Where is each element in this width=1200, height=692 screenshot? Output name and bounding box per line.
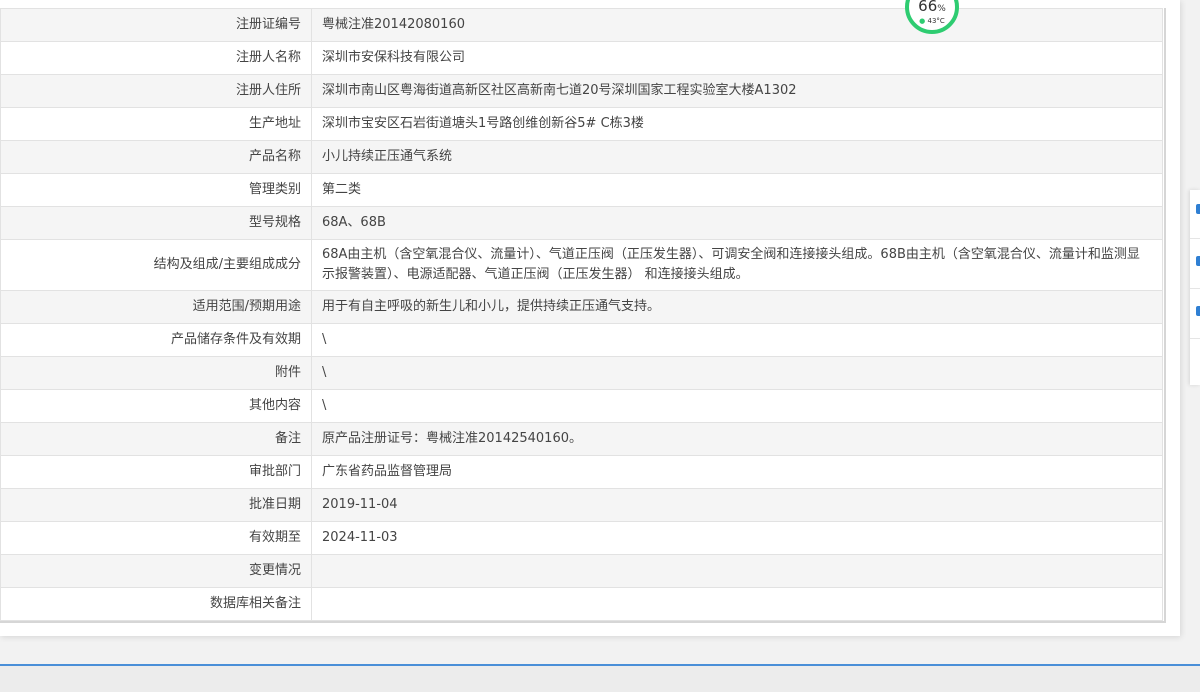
row-label: 结构及组成/主要组成成分	[0, 239, 312, 291]
detail-card: 注册证编号 粤械注准20142080160 注册人名称 深圳市安保科技有限公司 注册…	[0, 0, 1180, 636]
side-toolbar-item-icon[interactable]	[1196, 306, 1200, 316]
divider	[1190, 238, 1200, 239]
detail-table-wrapper: 注册证编号 粤械注准20142080160 注册人名称 深圳市安保科技有限公司 注册…	[0, 8, 1166, 623]
row-value: 小儿持续正压通气系统	[311, 140, 1163, 174]
table-row: 适用范围/预期用途 用于有自主呼吸的新生儿和小儿，提供持续正压通气支持。	[0, 290, 1163, 324]
table-row: 附件 \	[0, 356, 1163, 390]
row-label: 注册人名称	[0, 41, 312, 75]
row-label: 审批部门	[0, 455, 312, 489]
row-label: 备注	[0, 422, 312, 456]
row-label: 适用范围/预期用途	[0, 290, 312, 324]
table-row: 管理类别 第二类	[0, 173, 1163, 207]
thermometer-icon: ●	[919, 17, 926, 25]
row-label: 注册证编号	[0, 8, 312, 42]
row-value: 广东省药品监督管理局	[311, 455, 1163, 489]
row-label: 变更情况	[0, 554, 312, 588]
row-value: 深圳市宝安区石岩街道塘头1号路创维创新谷5# C栋3楼	[311, 107, 1163, 141]
row-label: 数据库相关备注	[0, 587, 312, 621]
table-row: 型号规格 68A、68B	[0, 206, 1163, 240]
row-value: \	[311, 323, 1163, 357]
table-row: 有效期至 2024-11-03	[0, 521, 1163, 555]
row-value	[311, 554, 1163, 588]
temperature-readout: ● 43°C	[919, 17, 945, 25]
row-label: 有效期至	[0, 521, 312, 555]
row-value: 深圳市安保科技有限公司	[311, 41, 1163, 75]
table-row: 产品名称 小儿持续正压通气系统	[0, 140, 1163, 174]
divider	[1190, 288, 1200, 289]
row-value: \	[311, 389, 1163, 423]
table-row: 审批部门 广东省药品监督管理局	[0, 455, 1163, 489]
table-row: 数据库相关备注	[0, 587, 1163, 621]
page-footer	[0, 666, 1200, 692]
usage-percent: 66%	[918, 0, 946, 15]
row-label: 产品储存条件及有效期	[0, 323, 312, 357]
row-value: 深圳市南山区粤海街道高新区社区高新南七道20号深圳国家工程实验室大楼A1302	[311, 74, 1163, 108]
row-value: 原产品注册证号：粤械注准20142540160。	[311, 422, 1163, 456]
table-row: 产品储存条件及有效期 \	[0, 323, 1163, 357]
row-value: 2024-11-03	[311, 521, 1163, 555]
detail-table: 注册证编号 粤械注准20142080160 注册人名称 深圳市安保科技有限公司 注册…	[0, 8, 1163, 621]
table-row: 其他内容 \	[0, 389, 1163, 423]
row-value: 粤械注准20142080160	[311, 8, 1163, 42]
table-row: 注册人名称 深圳市安保科技有限公司	[0, 41, 1163, 75]
table-row: 备注 原产品注册证号：粤械注准20142540160。	[0, 422, 1163, 456]
row-label: 其他内容	[0, 389, 312, 423]
table-row: 结构及组成/主要组成成分 68A由主机（含空氧混合仪、流量计）、气道正压阀（正压发…	[0, 239, 1163, 291]
row-value: 用于有自主呼吸的新生儿和小儿，提供持续正压通气支持。	[311, 290, 1163, 324]
row-value: 第二类	[311, 173, 1163, 207]
row-label: 附件	[0, 356, 312, 390]
row-value: 68A、68B	[311, 206, 1163, 240]
table-row: 注册人住所 深圳市南山区粤海街道高新区社区高新南七道20号深圳国家工程实验室大楼A…	[0, 74, 1163, 108]
table-row: 注册证编号 粤械注准20142080160	[0, 8, 1163, 42]
row-value	[311, 587, 1163, 621]
row-label: 产品名称	[0, 140, 312, 174]
row-label: 注册人住所	[0, 74, 312, 108]
divider	[1190, 338, 1200, 339]
table-row: 批准日期 2019-11-04	[0, 488, 1163, 522]
row-label: 管理类别	[0, 173, 312, 207]
table-row: 生产地址 深圳市宝安区石岩街道塘头1号路创维创新谷5# C栋3楼	[0, 107, 1163, 141]
side-toolbar-item-icon[interactable]	[1196, 256, 1200, 266]
row-value: 68A由主机（含空氧混合仪、流量计）、气道正压阀（正压发生器）、可调安全阀和连接…	[311, 239, 1163, 291]
floating-side-toolbar[interactable]	[1190, 190, 1200, 385]
side-toolbar-item-icon[interactable]	[1196, 204, 1200, 214]
row-value: 2019-11-04	[311, 488, 1163, 522]
row-label: 批准日期	[0, 488, 312, 522]
row-label: 型号规格	[0, 206, 312, 240]
row-value: \	[311, 356, 1163, 390]
table-row: 变更情况	[0, 554, 1163, 588]
row-label: 生产地址	[0, 107, 312, 141]
